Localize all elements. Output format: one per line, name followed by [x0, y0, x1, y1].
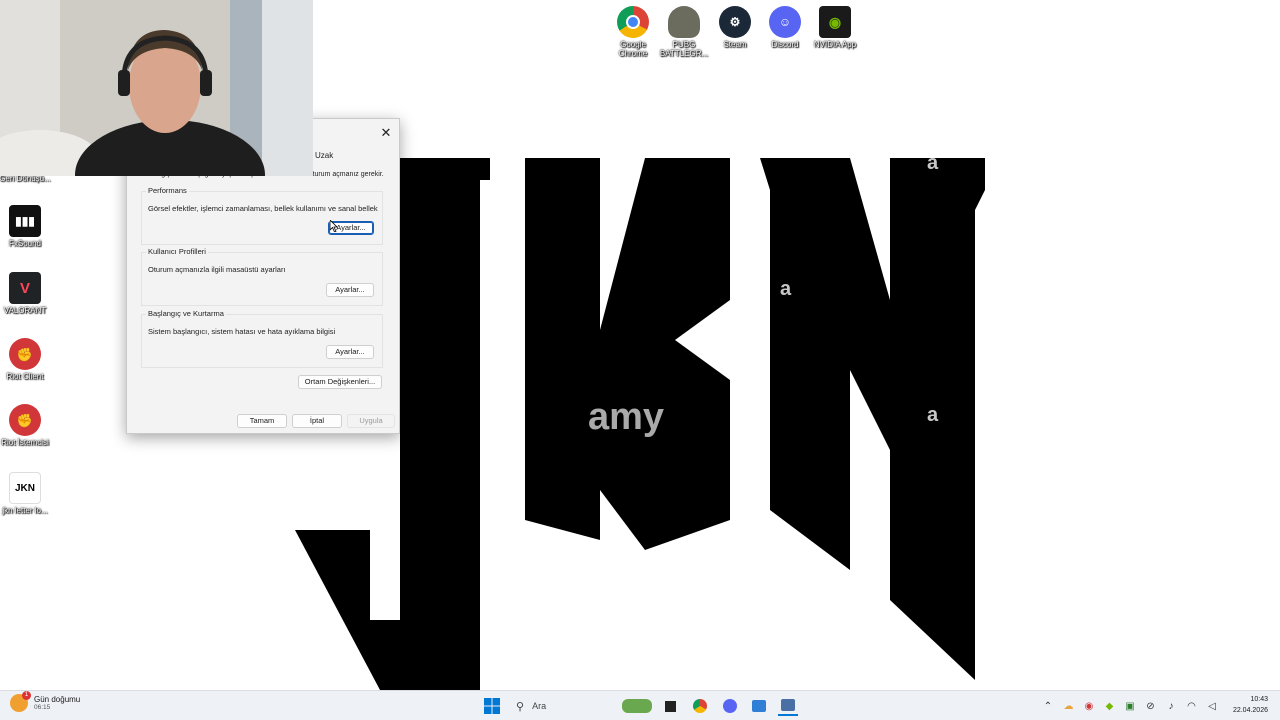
environment-variables-button[interactable]: Ortam Değişkenleri... [298, 375, 382, 389]
apply-button[interactable]: Uygula [347, 414, 395, 428]
desktop-icon-label: Discord [771, 40, 799, 49]
mouse-cursor-icon [330, 220, 338, 232]
nvidia-icon: ◉ [819, 6, 851, 38]
watermark: a [780, 278, 792, 300]
discord-taskbar-icon[interactable] [720, 696, 740, 716]
desktop-icon-label: PUBG BATTLEGR... [659, 40, 709, 58]
watermark: a [927, 152, 939, 174]
desktop-icon-pubg[interactable]: PUBG BATTLEGR... [657, 6, 711, 58]
group-description: Oturum açmanızla ilgili masaüstü ayarlar… [148, 265, 286, 274]
watermark: a [927, 404, 939, 426]
startup-settings-button[interactable]: Ayarlar... [326, 345, 374, 359]
taskbar-search[interactable]: ⚲ Ara [510, 695, 620, 717]
group-title: Performans [146, 186, 189, 195]
app-tray-icon[interactable]: ▣ [1122, 698, 1138, 714]
desktop-icon-steam[interactable]: ⚙ Steam [708, 6, 762, 49]
watermark: amy [588, 396, 665, 438]
desktop-icon-valorant[interactable]: V VALORANT [0, 272, 52, 315]
photos-taskbar-icon[interactable] [749, 696, 769, 716]
task-view-icon[interactable] [662, 696, 678, 716]
microphone-icon[interactable]: ♪ [1163, 698, 1179, 714]
weather-badge: 1 [10, 691, 31, 712]
taskbar: 1 Gün doğumu 06:15 ⚲ Ara ⌃ ☁ ◉ ◆ ▣ ⊘ ♪ ◠… [0, 690, 1280, 720]
group-user-profiles: Kullanıcı Profilleri Oturum açmanızla il… [141, 247, 383, 306]
group-title: Başlangıç ve Kurtarma [146, 309, 226, 318]
nvidia-tray-icon[interactable]: ◆ [1102, 698, 1118, 714]
webcam-overlay [0, 0, 313, 176]
group-description: Sistem başlangıcı, sistem hatası ve hata… [148, 327, 336, 336]
ok-button[interactable]: Tamam [237, 414, 287, 428]
desktop-icon-riot-istemcisi[interactable]: ✊ Riot İstemcisi [0, 404, 52, 447]
webcam-feed [0, 0, 313, 176]
desktop-icon-discord[interactable]: ☺ Discord [758, 6, 812, 49]
desktop-icon-label: Riot İstemcisi [1, 438, 49, 447]
group-performance: Performans Görsel efektler, işlemci zama… [141, 186, 383, 245]
desktop-icon-label: Steam [723, 40, 747, 49]
close-icon[interactable]: ✕ [377, 124, 395, 142]
desktop-icon-google-chrome[interactable]: Google Chrome [606, 6, 660, 58]
search-icon: ⚲ [516, 700, 525, 713]
weather-widget[interactable]: 1 Gün doğumu 06:15 [10, 691, 100, 713]
weather-time: 06:15 [34, 704, 51, 711]
clock[interactable]: 10:43 22.04.2026 [1233, 694, 1268, 716]
weather-badge-count: 1 [22, 691, 31, 700]
desktop-icon-label: Google Chrome [618, 40, 648, 58]
network-icon[interactable]: ⊘ [1143, 698, 1159, 714]
riot-fist-icon: ✊ [9, 404, 41, 436]
valorant-icon: V [9, 272, 41, 304]
user-profiles-settings-button[interactable]: Ayarlar... [326, 283, 374, 297]
pubg-helmet-icon [668, 6, 700, 38]
desktop-icon-label: VALORANT [3, 306, 47, 315]
desktop-icon-label: jkn letter lo... [2, 506, 48, 515]
chrome-taskbar-icon[interactable] [690, 696, 710, 716]
tab-uzak[interactable]: Uzak [315, 151, 333, 160]
steam-icon: ⚙ [719, 6, 751, 38]
riot-fist-icon: ✊ [9, 338, 41, 370]
clock-time: 10:43 [1250, 696, 1268, 703]
jkn-image-icon: JKN [9, 472, 41, 504]
search-placeholder: Ara [532, 701, 547, 711]
fxsound-icon: ▮▮▮ [9, 205, 41, 237]
desktop-icon-label: Riot Client [6, 372, 44, 381]
cloud-icon[interactable]: ☁ [1061, 698, 1077, 714]
desktop-icon-fxsound[interactable]: ▮▮▮ FxSound [0, 205, 52, 248]
desktop-icon-nvidia-app[interactable]: ◉ NVIDIA App [808, 6, 862, 49]
desktop-icon-jkn-letter[interactable]: JKN jkn letter lo... [0, 472, 52, 515]
discord-icon: ☺ [769, 6, 801, 38]
desktop-icon-riot-client[interactable]: ✊ Riot Client [0, 338, 52, 381]
group-startup-recovery: Başlangıç ve Kurtarma Sistem başlangıcı,… [141, 309, 383, 368]
desktop-icon-label: NVIDIA App [813, 40, 857, 49]
system-properties-taskbar-icon[interactable] [778, 696, 798, 716]
windows-start-icon [484, 698, 500, 714]
desktop-icon-label: FxSound [8, 239, 42, 248]
cancel-button[interactable]: İptal [292, 414, 342, 428]
start-button[interactable] [482, 696, 502, 716]
search-highlight-icon[interactable] [620, 696, 654, 716]
weather-title: Gün doğumu [34, 695, 81, 704]
chrome-icon [617, 6, 649, 38]
group-description: Görsel efektler, işlemci zamanlaması, be… [148, 204, 378, 213]
clock-date: 22.04.2026 [1232, 707, 1268, 714]
tray-icons: ⌃ ☁ ◉ ◆ ▣ ⊘ ♪ ◠ ◁ [1040, 696, 1220, 716]
riot-tray-icon[interactable]: ◉ [1081, 698, 1097, 714]
wifi-icon[interactable]: ◠ [1184, 698, 1200, 714]
group-title: Kullanıcı Profilleri [146, 247, 208, 256]
volume-icon[interactable]: ◁ [1204, 698, 1220, 714]
chevron-up-icon[interactable]: ⌃ [1040, 698, 1056, 714]
